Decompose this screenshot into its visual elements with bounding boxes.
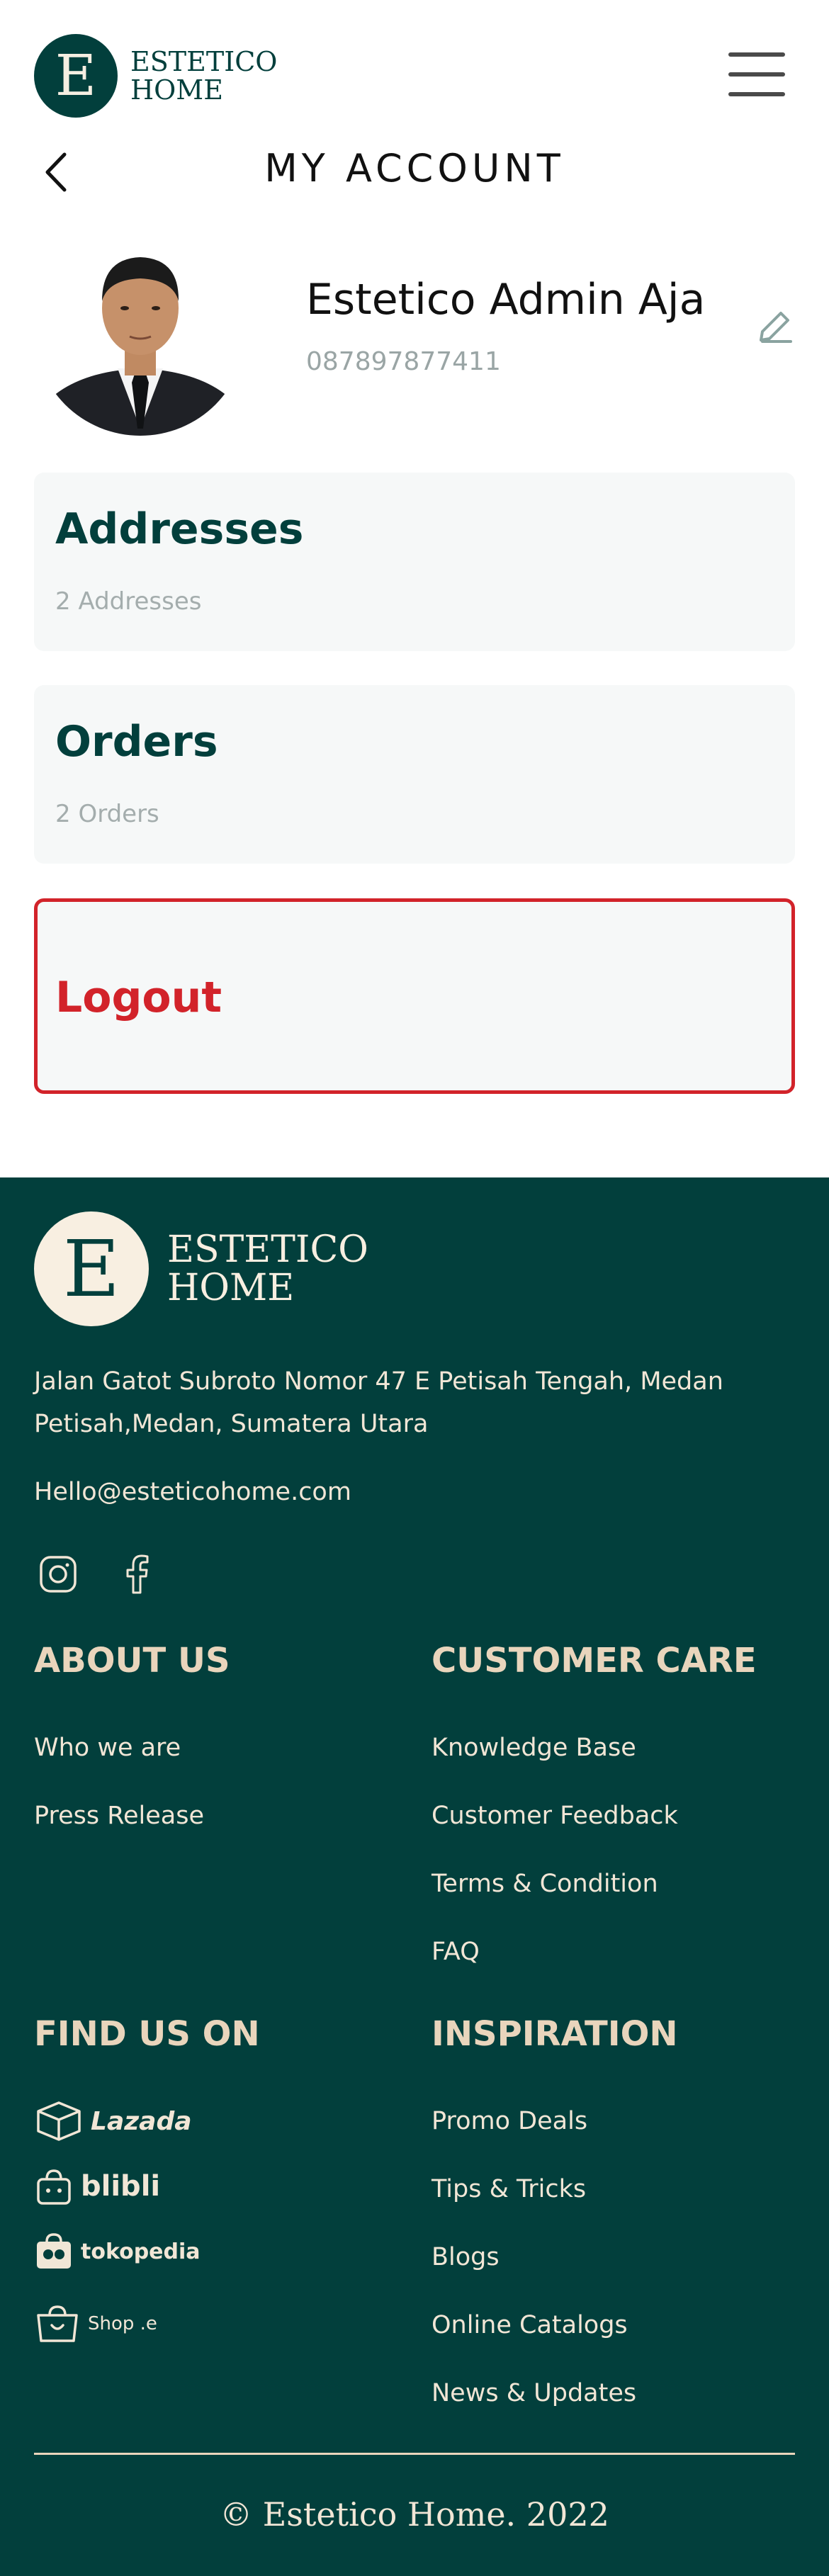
lazada-label: Lazada [91,2106,192,2136]
brand-logo[interactable]: E ESTETICO HOME [34,34,277,118]
facebook-icon[interactable] [116,1553,159,1595]
footer-logo-line-1: ESTETICO [167,1228,368,1271]
addresses-card[interactable]: Addresses 2 Addresses [34,473,795,651]
profile-section: Estetico Admin Aja 087897877411 [0,213,829,471]
find-us-heading: FIND US ON [34,2014,260,2054]
footer-logo[interactable]: E ESTETICO HOME [34,1211,368,1326]
footer-link-tips-tricks[interactable]: Tips & Tricks [432,2175,586,2203]
logo-letter: E [55,43,97,108]
blibli-store-link[interactable]: blibli [34,2167,160,2206]
lazada-store-link[interactable]: Lazada [34,2100,192,2142]
lazada-icon [37,2101,81,2141]
address-line-1: Jalan Gatot Subroto Nomor 47 E Petisah T… [34,1367,723,1396]
customer-care-heading: CUSTOMER CARE [432,1641,757,1680]
footer-link-news-updates[interactable]: News & Updates [432,2379,636,2407]
shopee-label: Shop .e [88,2313,157,2334]
profile-name: Estetico Admin Aja [306,275,706,324]
footer-link-promo-deals[interactable]: Promo Deals [432,2107,587,2135]
logo-wordmark: ESTETICO HOME [130,47,277,104]
footer-logo-letter: E [62,1224,120,1314]
footer-divider [34,2453,795,2455]
inspiration-heading: INSPIRATION [432,2014,678,2054]
footer-link-blogs[interactable]: Blogs [432,2243,500,2271]
logo-mark: E [34,34,118,118]
logout-label: Logout [55,973,222,1022]
logo-line-2: HOME [130,74,223,106]
shopee-store-link[interactable]: Shop .e [34,2304,157,2344]
footer-address: Jalan Gatot Subroto Nomor 47 E Petisah T… [34,1360,743,1445]
pencil-icon[interactable] [752,306,795,349]
orders-count: 2 Orders [55,800,159,828]
footer-link-terms[interactable]: Terms & Condition [432,1870,658,1898]
footer-link-who-we-are[interactable]: Who we are [34,1734,181,1762]
footer-logo-mark: E [34,1211,149,1326]
footer-email-link[interactable]: Hello@esteticohome.com [34,1478,351,1506]
footer-link-knowledge-base[interactable]: Knowledge Base [432,1734,636,1762]
orders-title: Orders [55,717,218,767]
site-footer: E ESTETICO HOME Jalan Gatot Subroto Nomo… [0,1177,829,2576]
profile-phone: 087897877411 [306,347,501,376]
page-title: MY ACCOUNT [264,146,565,191]
address-line-2: Petisah,Medan, Sumatera Utara [34,1410,429,1438]
footer-link-press-release[interactable]: Press Release [34,1802,204,1830]
shopee-bag-icon [37,2305,78,2342]
about-us-heading: ABOUT US [34,1641,230,1680]
top-header: E ESTETICO HOME [0,0,829,142]
tokopedia-icon [37,2233,71,2269]
title-bar: MY ACCOUNT [0,142,829,213]
blibli-label: blibli [81,2170,161,2203]
logo-line-1: ESTETICO [130,46,278,77]
instagram-icon[interactable] [37,1553,79,1595]
copyright: © Estetico Home. 2022 [220,2495,609,2533]
footer-link-online-catalogs[interactable]: Online Catalogs [432,2311,628,2339]
footer-link-customer-feedback[interactable]: Customer Feedback [432,1802,678,1830]
footer-link-faq[interactable]: FAQ [432,1938,480,1966]
logout-button[interactable]: Logout [34,898,795,1094]
orders-card[interactable]: Orders 2 Orders [34,685,795,864]
blibli-icon [37,2169,71,2205]
hamburger-menu-icon[interactable] [728,50,785,99]
addresses-count: 2 Addresses [55,587,202,616]
footer-logo-line-2: HOME [167,1267,295,1309]
avatar [34,223,247,436]
tokopedia-label: tokopedia [81,2239,201,2264]
addresses-title: Addresses [55,504,304,554]
footer-logo-wordmark: ESTETICO HOME [167,1231,368,1307]
tokopedia-store-link[interactable]: tokopedia [34,2232,201,2271]
